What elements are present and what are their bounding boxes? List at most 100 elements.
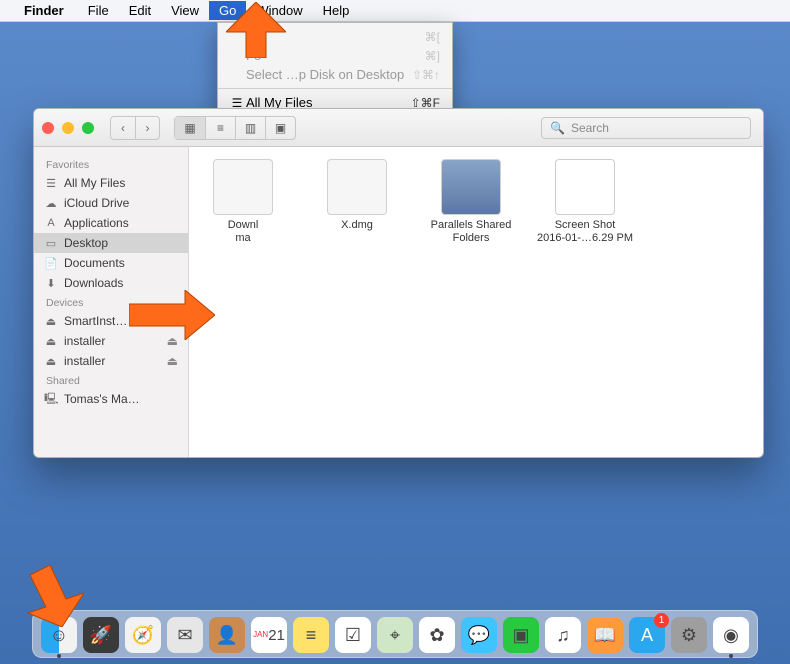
sidebar-item-downloads[interactable]: ⬇Downloads	[34, 273, 188, 293]
nav-back-button[interactable]: ‹	[111, 117, 135, 139]
menu-help[interactable]: Help	[313, 1, 360, 20]
dock-mail-icon[interactable]: ✉	[167, 617, 203, 653]
go-menu-disabled: B⌘[	[218, 27, 452, 46]
file-item[interactable]: Downlma	[195, 159, 291, 245]
file-label: Downlma	[228, 219, 259, 245]
dock-launchpad-icon[interactable]: 🚀	[83, 617, 119, 653]
dock-messages-icon[interactable]: 💬	[461, 617, 497, 653]
finder-titlebar: ‹ › ▦ ≡ ▥ ▣ 🔍 Search	[34, 109, 763, 147]
sidebar-item-icon: ☰	[44, 177, 58, 190]
sidebar-item-label: Tomas's Ma…	[64, 392, 178, 406]
view-column-button[interactable]: ▥	[235, 117, 265, 139]
finder-window: ‹ › ▦ ≡ ▥ ▣ 🔍 Search Favorites☰All My Fi…	[33, 108, 764, 458]
maximize-button[interactable]	[82, 122, 94, 134]
running-indicator	[57, 654, 61, 658]
menu-item-shortcut: ⌘[	[425, 30, 440, 44]
minimize-button[interactable]	[62, 122, 74, 134]
view-mode-segmented: ▦ ≡ ▥ ▣	[174, 116, 296, 140]
sidebar-item-icloud-drive[interactable]: ☁ iCloud Drive	[34, 193, 188, 213]
menu-view[interactable]: View	[161, 1, 209, 20]
dock-wrap: ☺🚀🧭✉👤JAN21≡☑⌖✿💬▣♫📖A1⚙◉	[0, 610, 790, 658]
search-icon: 🔍	[550, 121, 565, 135]
finder-content[interactable]: Downlma X.dmg Parallels SharedFolders Scree…	[189, 147, 763, 457]
file-icon	[441, 159, 501, 215]
nav-forward-button[interactable]: ›	[135, 117, 159, 139]
file-icon	[213, 159, 273, 215]
file-label: Screen Shot2016-01-…6.29 PM	[537, 219, 633, 245]
menu-item-shortcut: ⇧⌘↑	[412, 68, 440, 82]
sidebar-item-icon: ☁	[44, 197, 58, 210]
sidebar-item-label: Desktop	[64, 236, 178, 250]
file-label: X.dmg	[341, 219, 373, 232]
file-icon	[327, 159, 387, 215]
menu-edit[interactable]: Edit	[119, 1, 161, 20]
sidebar-item-label: Documents	[64, 256, 178, 270]
menu-file[interactable]: File	[78, 1, 119, 20]
menu-item-shortcut: ⌘]	[425, 49, 440, 63]
sidebar-item-installer[interactable]: ⏏ installer ⏏	[34, 351, 188, 371]
sidebar-item-label: installer	[64, 334, 161, 348]
dock-itunes-icon[interactable]: ♫	[545, 617, 581, 653]
dock-maps-icon[interactable]: ⌖	[377, 617, 413, 653]
menu-window[interactable]: Window	[246, 1, 312, 20]
sidebar-item-icon: 📄	[44, 257, 58, 270]
search-field[interactable]: 🔍 Search	[541, 117, 751, 139]
file-label: Parallels SharedFolders	[431, 219, 512, 245]
finder-sidebar: Favorites☰All My Files☁iCloud DriveAAppl…	[34, 147, 189, 457]
menu-item-label: B	[246, 29, 425, 44]
close-button[interactable]	[42, 122, 54, 134]
sidebar-item-all-my-files[interactable]: ☰ All My Files	[34, 173, 188, 193]
sidebar-item-icon: 🖳	[44, 390, 58, 409]
dock-facetime-icon[interactable]: ▣	[503, 617, 539, 653]
running-indicator	[729, 654, 733, 658]
badge: 1	[654, 613, 669, 628]
view-list-button[interactable]: ≡	[205, 117, 235, 139]
sidebar-item-installer[interactable]: ⏏ installer ⏏	[34, 331, 188, 351]
sidebar-item-icon: ⏏	[44, 315, 58, 328]
sidebar-item-documents[interactable]: 📄 Documents	[34, 253, 188, 273]
sidebar-item-label: SmartInst…	[64, 314, 161, 328]
eject-icon[interactable]: ⏏	[167, 314, 178, 328]
dock-ibooks-icon[interactable]: 📖	[587, 617, 623, 653]
menu-go[interactable]: Go	[209, 1, 246, 20]
sidebar-item-icon: A	[44, 217, 58, 229]
menu-separator	[218, 88, 452, 89]
sidebar-item-label: Downloads	[64, 276, 178, 290]
sidebar-item-label: installer	[64, 354, 161, 368]
dock-calendar-icon[interactable]: JAN21	[251, 617, 287, 653]
eject-icon[interactable]: ⏏	[167, 354, 178, 368]
sidebar-item-label: All My Files	[64, 176, 178, 190]
eject-icon[interactable]: ⏏	[167, 334, 178, 348]
sidebar-item-label: iCloud Drive	[64, 196, 178, 210]
sidebar-item-applications[interactable]: AApplications	[34, 213, 188, 233]
menu-item-label: Fo	[246, 48, 425, 63]
sidebar-item-smartinst-[interactable]: ⏏ SmartInst… ⏏	[34, 311, 188, 331]
sidebar-item-icon: ⏏	[44, 355, 58, 368]
dock-safari-icon[interactable]: 🧭	[125, 617, 161, 653]
sidebar-item-icon: ▭	[44, 237, 58, 250]
view-coverflow-button[interactable]: ▣	[265, 117, 295, 139]
dock-finder-icon[interactable]: ☺	[41, 617, 77, 653]
file-item[interactable]: Parallels SharedFolders	[423, 159, 519, 245]
search-placeholder: Search	[571, 121, 609, 135]
file-icon	[555, 159, 615, 215]
file-item[interactable]: X.dmg	[309, 159, 405, 245]
dock-notes-icon[interactable]: ≡	[293, 617, 329, 653]
nav-back-forward: ‹ ›	[110, 116, 160, 140]
dock-systempreferences-icon[interactable]: ⚙	[671, 617, 707, 653]
dock-reminders-icon[interactable]: ☑	[335, 617, 371, 653]
sidebar-item-desktop[interactable]: ▭ Desktop	[34, 233, 188, 253]
sidebar-item-tomas-s-ma-[interactable]: 🖳 Tomas's Ma…	[34, 389, 188, 409]
sidebar-item-icon: ⏏	[44, 335, 58, 348]
dock-photos-icon[interactable]: ✿	[419, 617, 455, 653]
sidebar-shared-head: Shared	[34, 371, 188, 389]
go-menu-disabled: Fo⌘]	[218, 46, 452, 65]
view-icon-button[interactable]: ▦	[175, 117, 205, 139]
dock-contacts-icon[interactable]: 👤	[209, 617, 245, 653]
file-item[interactable]: Screen Shot2016-01-…6.29 PM	[537, 159, 633, 245]
dock: ☺🚀🧭✉👤JAN21≡☑⌖✿💬▣♫📖A1⚙◉	[32, 610, 758, 658]
menubar-app-name[interactable]: Finder	[24, 3, 64, 18]
dock-appstore-icon[interactable]: A1	[629, 617, 665, 653]
menubar: Finder FileEditViewGoWindowHelp	[0, 0, 790, 22]
dock-chrome-icon[interactable]: ◉	[713, 617, 749, 653]
